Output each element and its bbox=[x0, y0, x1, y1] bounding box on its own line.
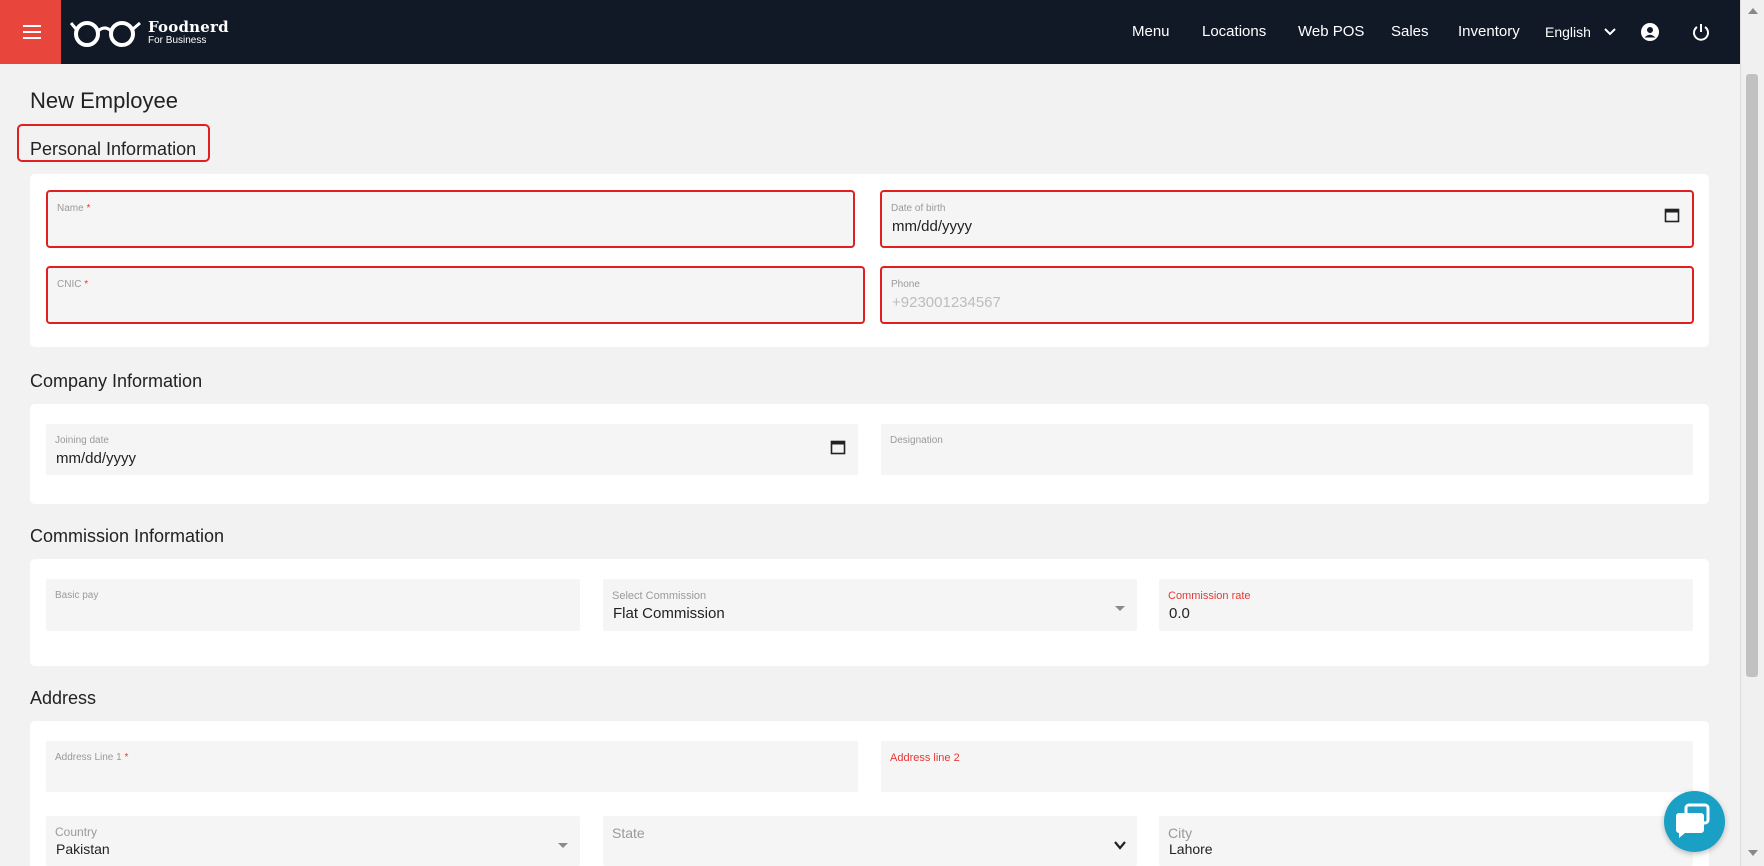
hamburger-icon bbox=[23, 25, 41, 27]
section-title-personal: Personal Information bbox=[30, 139, 197, 159]
address-line-1-field[interactable]: Address Line 1 * bbox=[46, 741, 858, 792]
select-commission-value: Flat Commission bbox=[613, 605, 725, 622]
hamburger-icon-line bbox=[23, 37, 41, 39]
scroll-up-icon[interactable] bbox=[1748, 8, 1758, 14]
scroll-thumb[interactable] bbox=[1746, 74, 1758, 677]
joining-date-field[interactable]: Joining date mm/dd/yyyy bbox=[46, 424, 858, 475]
brand[interactable]: Foodnerd For Business bbox=[148, 19, 229, 46]
personal-info-card: Name * Date of birth mm/dd/yyyy CNIC * P… bbox=[30, 174, 1709, 347]
scroll-down-icon[interactable] bbox=[1748, 850, 1758, 856]
country-label: Country bbox=[55, 825, 98, 839]
name-label: Name * bbox=[57, 203, 91, 214]
state-dropdown[interactable]: State bbox=[603, 816, 1137, 866]
page-title: New Employee bbox=[30, 88, 178, 113]
address-line-1-label: Address Line 1 * bbox=[55, 752, 129, 763]
section-title-commission: Commission Information bbox=[30, 526, 225, 546]
phone-placeholder: +923001234567 bbox=[892, 294, 1001, 311]
hamburger-icon-line bbox=[23, 31, 41, 33]
basic-pay-field[interactable]: Basic pay bbox=[46, 579, 580, 631]
cnic-label: CNIC * bbox=[57, 279, 89, 290]
nav-menu[interactable]: Menu bbox=[1132, 22, 1170, 42]
nav-web-pos[interactable]: Web POS bbox=[1298, 22, 1364, 42]
page-scrollbar[interactable] bbox=[1740, 0, 1764, 866]
commission-rate-value: 0.0 bbox=[1169, 605, 1190, 622]
brand-name: Foodnerd bbox=[148, 18, 229, 36]
account-circle-icon[interactable] bbox=[1640, 22, 1660, 42]
section-title-company: Company Information bbox=[30, 371, 203, 391]
nav-inventory[interactable]: Inventory bbox=[1458, 22, 1520, 42]
select-commission-label: Select Commission bbox=[612, 590, 707, 602]
chat-bubble-icon bbox=[1676, 803, 1710, 838]
phone-label: Phone bbox=[891, 279, 920, 290]
country-dropdown[interactable]: Country Pakistan bbox=[46, 816, 580, 866]
chevron-down-icon[interactable] bbox=[1113, 838, 1127, 852]
calendar-icon[interactable] bbox=[830, 439, 846, 455]
nav-locations[interactable]: Locations bbox=[1202, 22, 1266, 42]
state-label: State bbox=[612, 825, 645, 841]
top-navbar: Foodnerd For Business Menu Locations Web… bbox=[0, 0, 1740, 64]
company-info-card: Joining date mm/dd/yyyy Designation bbox=[30, 404, 1709, 504]
chevron-down-icon[interactable] bbox=[1603, 25, 1617, 39]
chat-widget-button[interactable] bbox=[1664, 791, 1725, 852]
cnic-field[interactable]: CNIC * bbox=[46, 266, 865, 324]
phone-field[interactable]: Phone +923001234567 bbox=[880, 266, 1694, 324]
city-label: City bbox=[1168, 825, 1193, 841]
dropdown-arrow-icon[interactable] bbox=[1115, 606, 1125, 611]
select-commission-dropdown[interactable]: Select Commission Flat Commission bbox=[603, 579, 1137, 631]
address-line-2-label: Address line 2 bbox=[890, 752, 960, 764]
date-of-birth-label: Date of birth bbox=[891, 203, 946, 214]
commission-rate-field[interactable]: Commission rate 0.0 bbox=[1159, 579, 1693, 631]
designation-label: Designation bbox=[890, 435, 943, 446]
commission-info-card: Basic pay Select Commission Flat Commiss… bbox=[30, 559, 1709, 666]
commission-rate-label: Commission rate bbox=[1168, 590, 1251, 602]
basic-pay-label: Basic pay bbox=[55, 590, 99, 601]
designation-field[interactable]: Designation bbox=[881, 424, 1693, 475]
city-field[interactable]: City Lahore bbox=[1159, 816, 1693, 866]
country-value: Pakistan bbox=[56, 841, 110, 857]
address-card: Address Line 1 * Address line 2 Country … bbox=[30, 721, 1709, 866]
address-line-2-field[interactable]: Address line 2 bbox=[881, 741, 1693, 792]
brand-subtitle: For Business bbox=[148, 35, 207, 46]
language-select[interactable]: English bbox=[1545, 22, 1591, 42]
city-value: Lahore bbox=[1169, 841, 1213, 857]
calendar-icon[interactable] bbox=[1664, 207, 1680, 223]
power-icon[interactable] bbox=[1691, 22, 1711, 42]
section-title-address: Address bbox=[30, 688, 97, 708]
date-of-birth-field[interactable]: Date of birth mm/dd/yyyy bbox=[880, 190, 1694, 248]
joining-date-label: Joining date bbox=[55, 435, 109, 446]
dropdown-arrow-icon[interactable] bbox=[558, 843, 568, 848]
glasses-logo-icon bbox=[70, 21, 141, 47]
date-of-birth-value: mm/dd/yyyy bbox=[892, 218, 973, 235]
hamburger-menu-button[interactable] bbox=[0, 0, 61, 64]
nav-sales[interactable]: Sales bbox=[1391, 22, 1429, 42]
name-field[interactable]: Name * bbox=[46, 190, 855, 248]
joining-date-value: mm/dd/yyyy bbox=[56, 450, 137, 467]
